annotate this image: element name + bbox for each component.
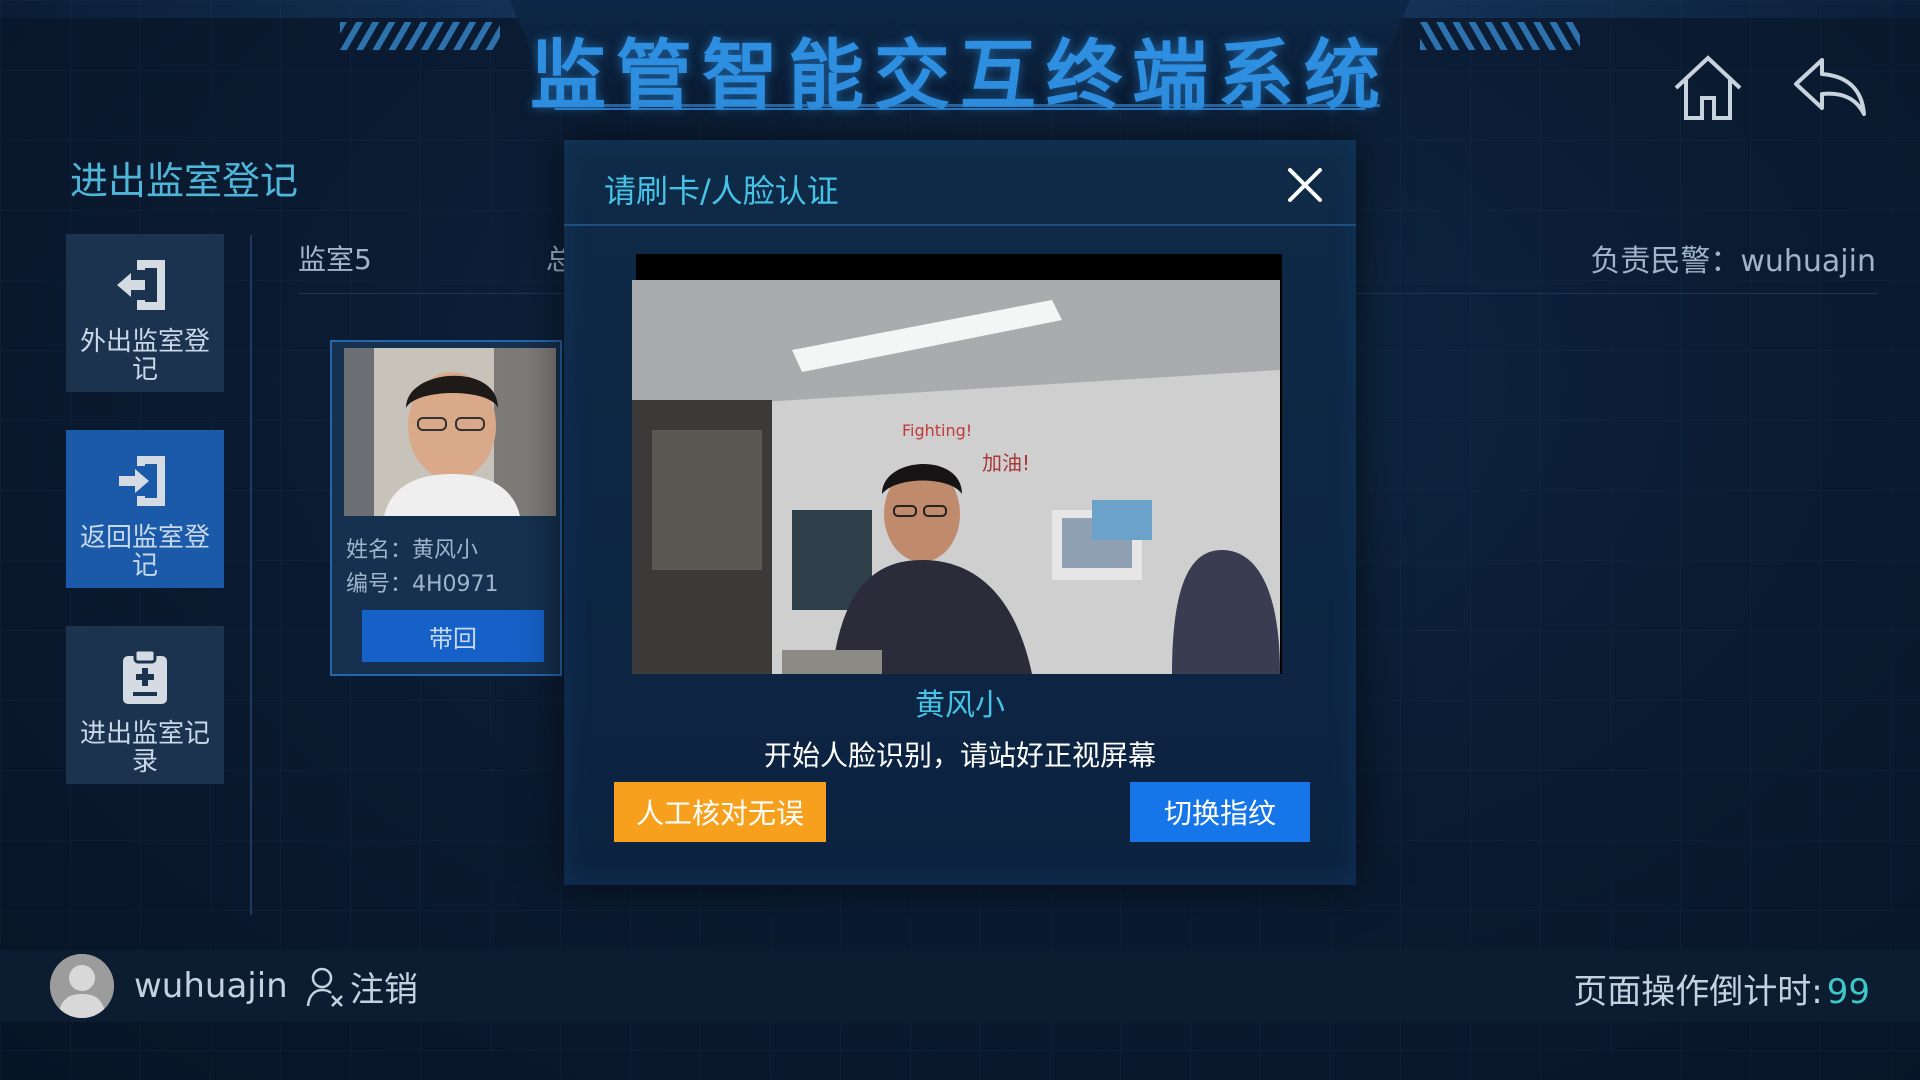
- sidebar-item-return-register[interactable]: 返回监室登记: [66, 430, 224, 588]
- logout-button[interactable]: 注销: [306, 962, 418, 1011]
- header-stripes-left: [340, 22, 500, 50]
- home-icon: [1674, 55, 1742, 120]
- sidebar-item-label: 返回监室登记: [80, 523, 211, 581]
- face-instruction: 开始人脸识别，请站好正视屏幕: [763, 739, 1156, 772]
- room-label: 监室5: [298, 243, 372, 276]
- sidebar-divider: [250, 235, 252, 915]
- exit-door-icon: [117, 260, 165, 310]
- person-portrait-image: [344, 348, 556, 516]
- avatar: [50, 954, 114, 1018]
- logout-user-icon: [306, 967, 343, 1007]
- section-title: 进出监室登记: [70, 159, 299, 203]
- room-count-label: 总: [546, 243, 564, 276]
- back-arrow-icon: [1794, 58, 1866, 116]
- clipboard-icon: [123, 648, 167, 704]
- footer-username: wuhuajin: [134, 966, 288, 1006]
- close-icon: [1288, 168, 1322, 202]
- close-button[interactable]: [1284, 164, 1326, 206]
- countdown-timer: 页面操作倒计时: 99: [1573, 964, 1870, 1013]
- switch-fingerprint-button[interactable]: 切换指纹: [1130, 782, 1310, 842]
- countdown-value: 99: [1826, 972, 1870, 1012]
- person-code: 编号：4H0971: [346, 572, 499, 597]
- person-card[interactable]: 姓名：黄风小 编号：4H0971 带回: [330, 340, 562, 676]
- app-title: 监管智能交互终端系统: [530, 31, 1390, 120]
- user-avatar-icon: [50, 954, 114, 1018]
- countdown-label: 页面操作倒计时:: [1573, 972, 1823, 1012]
- person-name: 姓名：黄风小: [346, 538, 479, 563]
- person-photo: [344, 348, 556, 516]
- back-button[interactable]: [1790, 54, 1870, 120]
- sidebar-item-exit-register[interactable]: 外出监室登记: [66, 234, 224, 392]
- auth-modal: 请刷卡/人脸认证 Fighting! 加油! 黄风小 开始人脸识别，请站好正视屏…: [564, 140, 1356, 885]
- logout-label: 注销: [350, 970, 418, 1010]
- camera-view: Fighting! 加油!: [632, 280, 1280, 674]
- camera-feed: Fighting! 加油!: [632, 254, 1282, 674]
- recognized-name: 黄风小: [915, 688, 1005, 723]
- manual-verify-button[interactable]: 人工核对无误: [614, 782, 826, 842]
- sidebar-item-records[interactable]: 进出监室记录: [66, 626, 224, 784]
- modal-title: 请刷卡/人脸认证: [604, 172, 839, 210]
- enter-door-icon: [119, 456, 165, 506]
- camera-image: Fighting! 加油!: [632, 280, 1280, 674]
- header-stripes-right: [1420, 22, 1580, 50]
- sidebar-item-label: 进出监室记录: [80, 719, 211, 777]
- svg-text:Fighting!: Fighting!: [902, 421, 972, 440]
- sidebar-item-label: 外出监室登记: [80, 327, 211, 385]
- header: 监管智能交互终端系统: [0, 0, 1920, 120]
- bring-back-button[interactable]: 带回: [362, 610, 544, 662]
- home-button[interactable]: [1670, 52, 1746, 124]
- app-screen: 监管智能交互终端系统 进出监室登记 外出监室登记 返回监室登记 进出监室记录 监…: [0, 0, 1920, 1080]
- officer-label: 负责民警：wuhuajin: [1590, 244, 1876, 279]
- svg-text:加油!: 加油!: [982, 451, 1030, 475]
- modal-header-divider: [564, 224, 1356, 226]
